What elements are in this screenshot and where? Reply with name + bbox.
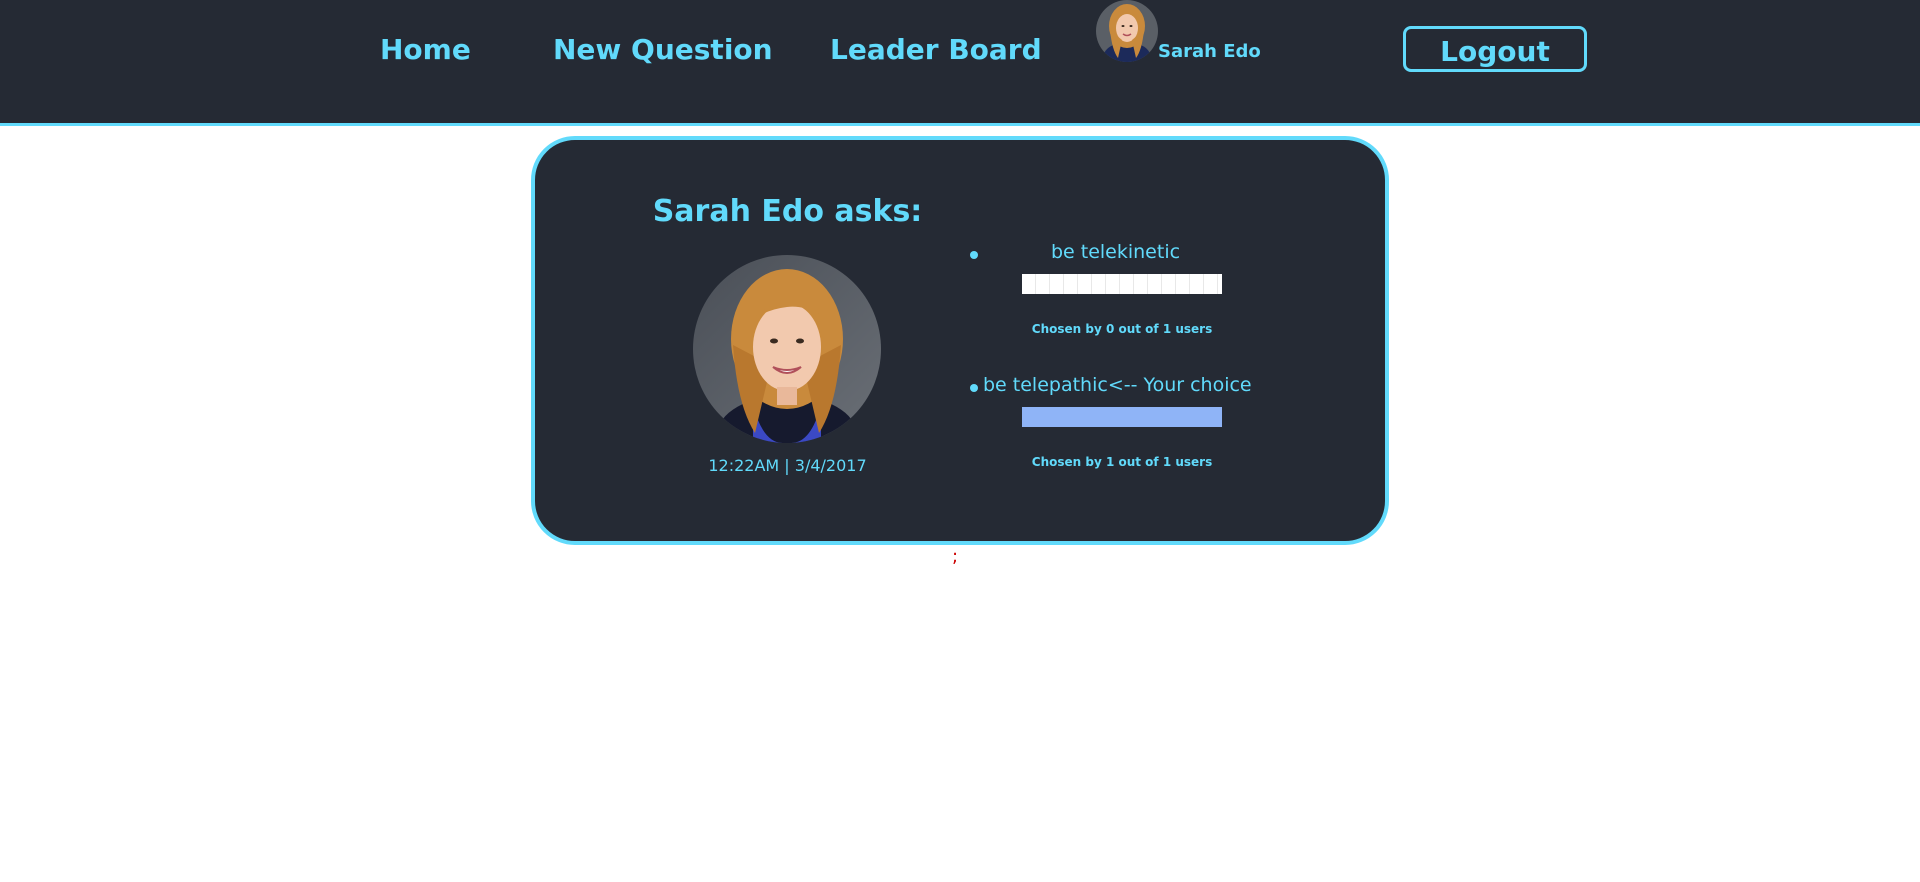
- question-result-card: Sarah Edo asks: 12:22AM | 3/4/2017 be te…: [531, 136, 1389, 545]
- nav-new-question-link[interactable]: New Question: [553, 31, 773, 69]
- list-bullet: [970, 251, 978, 259]
- nav-avatar-image: [1096, 0, 1158, 62]
- option-text: be telepathic<-- Your choice: [983, 374, 1252, 396]
- logout-button[interactable]: Logout: [1403, 26, 1587, 72]
- vote-count-text: Chosen by 0 out of 1 users: [1031, 322, 1213, 336]
- question-timestamp: 12:22AM | 3/4/2017: [708, 456, 867, 475]
- nav-home-link[interactable]: Home: [380, 31, 471, 69]
- nav-leader-board-link[interactable]: Leader Board: [830, 31, 1042, 69]
- top-navbar: Home New Question Leader Board Sarah Edo…: [0, 0, 1920, 126]
- stray-semicolon: ;: [952, 546, 959, 567]
- vote-progress-fill: [1022, 407, 1222, 427]
- asker-avatar: [693, 255, 881, 443]
- vote-progress-bar: [1022, 274, 1222, 294]
- nav-username: Sarah Edo: [1158, 41, 1261, 62]
- nav-avatar: [1096, 0, 1158, 62]
- list-bullet: [970, 384, 978, 392]
- option-text: be telekinetic: [1050, 241, 1181, 263]
- asker-avatar-image: [693, 255, 881, 443]
- asker-title: Sarah Edo asks:: [652, 194, 923, 229]
- vote-progress-bar: [1022, 407, 1222, 427]
- vote-count-text: Chosen by 1 out of 1 users: [1031, 455, 1213, 469]
